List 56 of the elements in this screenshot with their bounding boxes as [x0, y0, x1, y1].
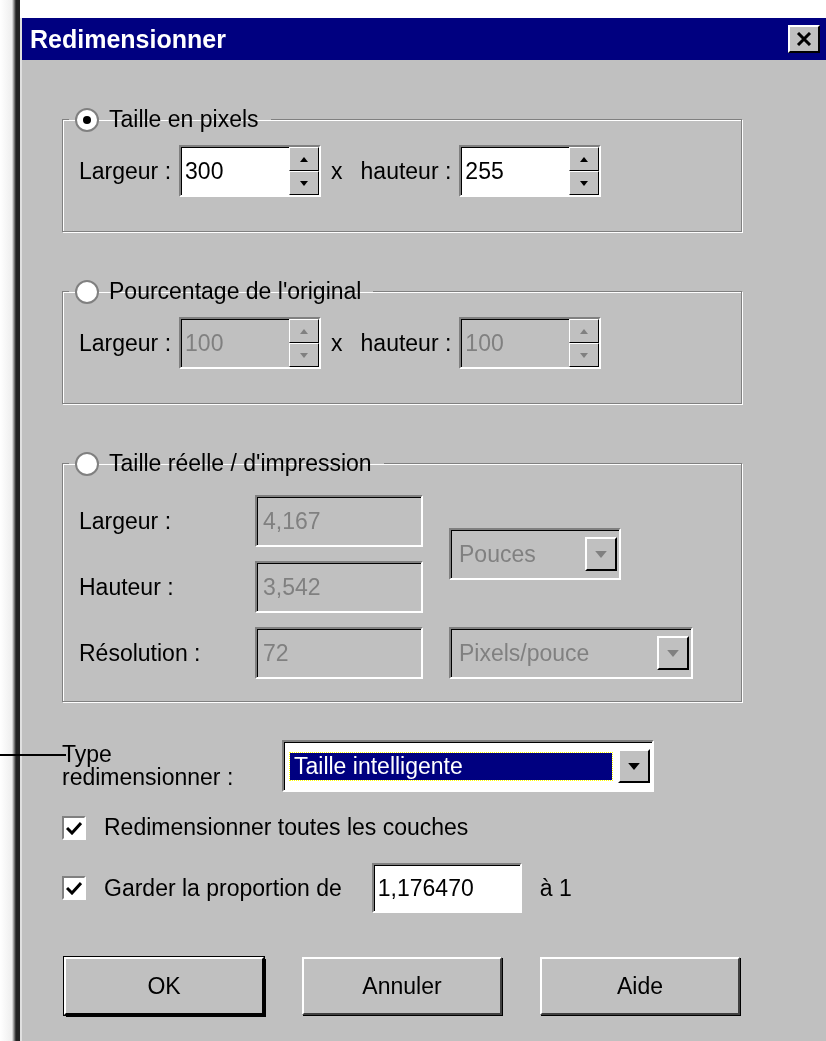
down-arrow-icon: [595, 550, 607, 558]
field-label: hauteur :: [360, 157, 452, 185]
up-arrow-icon: [580, 156, 589, 162]
close-icon: [796, 32, 812, 46]
up-arrow-icon: [300, 156, 309, 162]
dropdown-arrow-button[interactable]: [657, 636, 689, 670]
down-arrow-icon: [300, 352, 309, 358]
down-arrow-icon: [300, 180, 309, 186]
spin-box[interactable]: 255: [459, 145, 602, 197]
field-label: Largeur :: [79, 157, 172, 185]
dropdown-arrow-button[interactable]: [618, 749, 650, 783]
up-arrow-icon: [580, 328, 589, 334]
spin-down-button[interactable]: [569, 171, 600, 195]
down-arrow-icon: [580, 180, 589, 186]
spin-down-button[interactable]: [569, 343, 600, 367]
leader-line: [0, 754, 66, 756]
spin-up-button[interactable]: [289, 147, 320, 171]
checkbox-label: Redimensionner toutes les couches: [104, 814, 469, 841]
ratio-field[interactable]: 1,176470: [371, 863, 522, 913]
spin-down-button[interactable]: [289, 171, 320, 195]
check-icon: [66, 881, 82, 895]
dropdown-arrow-button[interactable]: [585, 537, 617, 571]
checkbox[interactable]: [62, 876, 86, 900]
close-button[interactable]: [788, 25, 820, 53]
check-icon: [66, 820, 82, 835]
field-label: hauteur :: [360, 329, 452, 357]
spin-up-button[interactable]: [569, 319, 600, 343]
field-label: Résolution :: [79, 639, 202, 667]
down-arrow-icon: [628, 762, 640, 770]
radio-button[interactable]: [75, 107, 99, 132]
spin-down-button[interactable]: [289, 343, 320, 367]
times-sign: x: [331, 329, 343, 357]
spin-box[interactable]: 300: [179, 145, 322, 197]
field-label: Hauteur :: [79, 573, 175, 601]
times-sign: x: [331, 157, 343, 185]
field-label: Type redimensionner :: [62, 743, 235, 789]
group-label: Taille en pixels: [109, 106, 259, 133]
number-field[interactable]: 300: [181, 147, 290, 195]
spin-up-button[interactable]: [289, 319, 320, 343]
window-title: Redimensionner: [30, 24, 226, 54]
checkbox[interactable]: [62, 815, 86, 840]
dialog-button[interactable]: Annuler: [302, 957, 502, 1015]
field-label: Largeur :: [79, 507, 173, 535]
down-arrow-icon: [580, 352, 589, 358]
group-label: Taille réelle / d'impression: [109, 450, 372, 477]
resample-dropdown[interactable]: Taille intelligente: [282, 740, 654, 792]
dialog-button[interactable]: OK: [64, 957, 264, 1015]
spin-up-button[interactable]: [569, 147, 600, 171]
ratio-suffix: à 1: [539, 874, 572, 902]
group-label: Pourcentage de l'original: [109, 278, 362, 305]
down-arrow-icon: [667, 649, 679, 657]
up-arrow-icon: [300, 328, 309, 334]
checkbox-label: Garder la proportion de: [104, 874, 342, 902]
number-field[interactable]: 255: [461, 147, 570, 195]
field-label: Largeur :: [79, 329, 172, 357]
dialog-button[interactable]: Aide: [540, 957, 740, 1015]
